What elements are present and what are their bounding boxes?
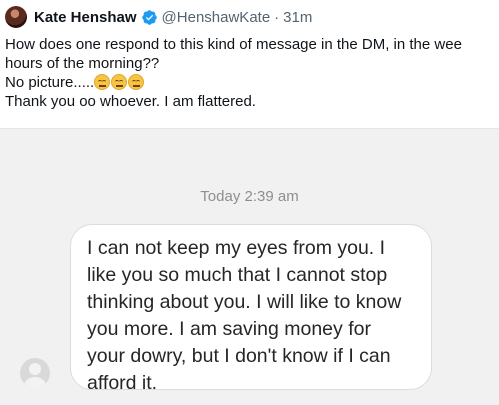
downcast-face-icon xyxy=(111,74,128,90)
dm-message-line: like you so much that I cannot stop xyxy=(87,264,388,286)
tweet-header: Kate Henshaw @HenshawKate · 31m xyxy=(5,5,312,29)
dm-message-line: thinking about you. I will like to know xyxy=(87,291,402,313)
dm-timestamp: Today 2:39 am xyxy=(200,188,299,205)
tweet-text-line: Thank you oo whoever. I am flattered. xyxy=(5,93,256,110)
author-display-name[interactable]: Kate Henshaw xyxy=(34,9,137,26)
tweet-text-segment: No picture..... xyxy=(5,74,95,91)
dm-message-line: your dowry, but I don't know if I can xyxy=(87,345,391,367)
dm-message-line: I can not keep my eyes from you. I xyxy=(87,237,386,259)
attached-dm-screenshot[interactable]: Today 2:39 am I can not keep my eyes fro… xyxy=(0,128,499,405)
author-handle[interactable]: @HenshawKate xyxy=(162,9,271,26)
dm-message-line: you more. I am saving money for xyxy=(87,318,371,340)
tweet-text-line-with-emojis: No picture..... xyxy=(5,73,493,92)
downcast-face-icon xyxy=(94,74,111,90)
tweet-timestamp[interactable]: 31m xyxy=(283,9,312,26)
dm-message-text: I can not keep my eyes from you. I like … xyxy=(87,235,417,397)
dm-message-bubble: I can not keep my eyes from you. I like … xyxy=(70,224,432,394)
verified-badge-icon xyxy=(141,9,157,25)
default-avatar-icon xyxy=(20,358,50,388)
tweet-text: How does one respond to this kind of mes… xyxy=(5,35,493,111)
author-avatar[interactable] xyxy=(5,6,27,28)
tweet-text-line: hours of the morning?? xyxy=(5,55,160,72)
dm-message-line: afford it. xyxy=(87,372,158,394)
tweet-text-line: How does one respond to this kind of mes… xyxy=(5,36,462,53)
downcast-face-icon xyxy=(128,74,145,90)
header-separator: · xyxy=(274,8,280,26)
